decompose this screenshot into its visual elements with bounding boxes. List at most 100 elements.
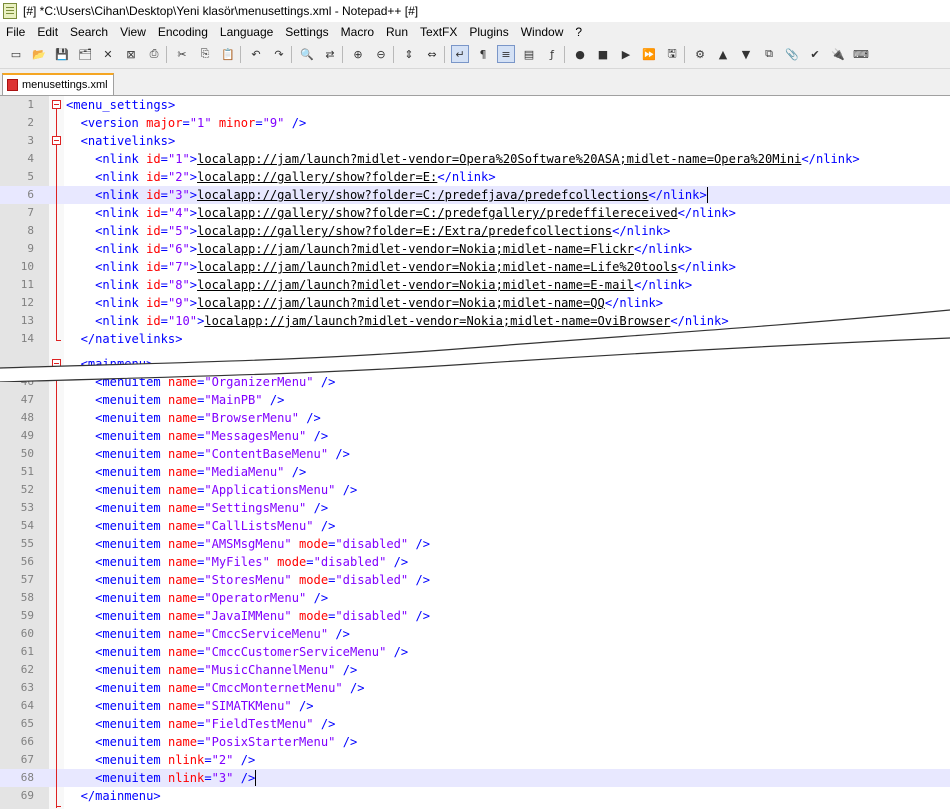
code-line[interactable]: 10 <nlink id="7">localapp://jam/launch?m… — [0, 258, 950, 276]
print-icon[interactable]: ⎙ — [145, 45, 163, 63]
code-line[interactable]: 67 <menuitem nlink="2" /> — [0, 751, 950, 769]
code-line[interactable]: 1 <menu_settings> — [0, 96, 950, 114]
code-line[interactable]: 7 <nlink id="4">localapp://gallery/show?… — [0, 204, 950, 222]
function-list-icon[interactable]: ƒ — [543, 45, 561, 63]
save-macro-icon[interactable]: 🖫 — [663, 45, 681, 63]
menu-window[interactable]: Window — [515, 25, 570, 39]
sync-vertical-icon[interactable]: ⇕ — [400, 45, 418, 63]
menu-search[interactable]: Search — [64, 25, 114, 39]
zoom-in-icon[interactable]: ⊕ — [349, 45, 367, 63]
paste-icon[interactable]: 📋 — [219, 45, 237, 63]
menu-language[interactable]: Language — [214, 25, 279, 39]
code-line[interactable]: 49 <menuitem name="MessagesMenu" /> — [0, 427, 950, 445]
menu-encoding[interactable]: Encoding — [152, 25, 214, 39]
token-br: > — [728, 260, 736, 274]
line-code: <nlink id="7">localapp://jam/launch?midl… — [66, 258, 736, 276]
menu-textfx[interactable]: TextFX — [414, 25, 463, 39]
show-all-chars-icon[interactable]: ¶ — [474, 45, 492, 63]
code-line[interactable]: 66 <menuitem name="PosixStarterMenu" /> — [0, 733, 950, 751]
code-line[interactable]: 63 <menuitem name="CmccMonternetMenu" /> — [0, 679, 950, 697]
code-line[interactable]: 62 <menuitem name="MusicChannelMenu" /> — [0, 661, 950, 679]
code-line[interactable]: 68 <menuitem nlink="3" /> — [0, 769, 950, 787]
token-tag: menuitem — [102, 735, 161, 749]
code-line[interactable]: 47 <menuitem name="MainPB" /> — [0, 391, 950, 409]
code-editor[interactable]: 1 <menu_settings> 2 <version major="1" min… — [0, 96, 950, 809]
code-line[interactable]: 69 </mainmenu> — [0, 787, 950, 805]
line-code: <menuitem name="AMSMsgMenu" mode="disabl… — [66, 535, 430, 553]
code-line[interactable]: 65 <menuitem name="FieldTestMenu" /> — [0, 715, 950, 733]
arrow-up-icon[interactable]: ▲ — [714, 45, 732, 63]
tab-menusettings[interactable]: menusettings.xml — [2, 73, 114, 95]
code-line[interactable]: 57 <menuitem name="StoresMenu" mode="dis… — [0, 571, 950, 589]
code-line[interactable]: 5 <nlink id="2">localapp://gallery/show?… — [0, 168, 950, 186]
code-line[interactable]: 9 <nlink id="6">localapp://jam/launch?mi… — [0, 240, 950, 258]
code-line[interactable]: 3 <nativelinks> — [0, 132, 950, 150]
code-line[interactable]: 8 <nlink id="5">localapp://gallery/show?… — [0, 222, 950, 240]
code-line[interactable]: 60 <menuitem name="CmccServiceMenu" /> — [0, 625, 950, 643]
code-line[interactable]: 54 <menuitem name="CallListsMenu" /> — [0, 517, 950, 535]
code-line[interactable]: 6 <nlink id="3">localapp://gallery/show?… — [0, 186, 950, 204]
record-macro-icon[interactable]: ● — [571, 45, 589, 63]
token-attr: mode — [299, 609, 329, 623]
compare-icon[interactable]: ⧉ — [760, 45, 778, 63]
word-wrap-icon[interactable]: ↵ — [451, 45, 469, 63]
code-line[interactable]: 51 <menuitem name="MediaMenu" /> — [0, 463, 950, 481]
zoom-out-icon[interactable]: ⊖ — [372, 45, 390, 63]
menu-help[interactable]: ? — [569, 25, 588, 39]
line-number: 62 — [20, 663, 34, 676]
close-icon[interactable]: ✕ — [99, 45, 117, 63]
fold-toggle-icon[interactable] — [52, 136, 61, 145]
code-line[interactable]: 53 <menuitem name="SettingsMenu" /> — [0, 499, 950, 517]
code-line[interactable]: 50 <menuitem name="ContentBaseMenu" /> — [0, 445, 950, 463]
plugin-icon[interactable]: 🔌 — [829, 45, 847, 63]
run-macro-multiple-icon[interactable]: ⏩ — [640, 45, 658, 63]
undo-icon[interactable]: ↶ — [247, 45, 265, 63]
code-line[interactable]: 55 <menuitem name="AMSMsgMenu" mode="dis… — [0, 535, 950, 553]
sync-horizontal-icon[interactable]: ⇔ — [423, 45, 441, 63]
play-macro-icon[interactable]: ▶ — [617, 45, 635, 63]
find-icon[interactable]: 🔍 — [298, 45, 316, 63]
line-code: <nlink id="3">localapp://gallery/show?fo… — [66, 186, 707, 204]
stop-macro-icon[interactable]: ■ — [594, 45, 612, 63]
copy-icon[interactable]: ⎘ — [196, 45, 214, 63]
token-val: "9" — [262, 116, 285, 130]
close-all-icon[interactable]: ⊠ — [122, 45, 140, 63]
replace-icon[interactable]: ⇄ — [321, 45, 339, 63]
code-line[interactable]: 64 <menuitem name="SIMATKMenu" /> — [0, 697, 950, 715]
menu-settings[interactable]: Settings — [279, 25, 334, 39]
clipboard-icon[interactable]: 📎 — [783, 45, 801, 63]
notepad-icon[interactable] — [3, 3, 17, 19]
menu-file[interactable]: File — [0, 25, 31, 39]
menu-edit[interactable]: Edit — [31, 25, 64, 39]
code-line[interactable]: 48 <menuitem name="BrowserMenu" /> — [0, 409, 950, 427]
code-line[interactable]: 2 <version major="1" minor="9" /> — [0, 114, 950, 132]
code-line[interactable]: 4 <nlink id="1">localapp://jam/launch?mi… — [0, 150, 950, 168]
code-line[interactable]: 58 <menuitem name="OperatorMenu" /> — [0, 589, 950, 607]
indent-guide-icon[interactable]: ≡ — [497, 45, 515, 63]
redo-icon[interactable]: ↷ — [270, 45, 288, 63]
menu-plugins[interactable]: Plugins — [463, 25, 514, 39]
plugin-icon-2[interactable]: ⌨ — [852, 45, 870, 63]
save-icon[interactable]: 💾 — [53, 45, 71, 63]
code-line[interactable]: 11 <nlink id="8">localapp://jam/launch?m… — [0, 276, 950, 294]
arrow-down-icon[interactable]: ▼ — [737, 45, 755, 63]
document-map-icon[interactable]: ▤ — [520, 45, 538, 63]
menu-view[interactable]: View — [114, 25, 152, 39]
code-line[interactable]: 59 <menuitem name="JavaIMMenu" mode="dis… — [0, 607, 950, 625]
code-line[interactable]: 52 <menuitem name="ApplicationsMenu" /> — [0, 481, 950, 499]
code-line[interactable]: 61 <menuitem name="CmccCustomerServiceMe… — [0, 643, 950, 661]
code-line[interactable]: 56 <menuitem name="MyFiles" mode="disabl… — [0, 553, 950, 571]
menu-macro[interactable]: Macro — [335, 25, 380, 39]
token-val: "4" — [167, 206, 190, 220]
fold-toggle-icon[interactable] — [52, 100, 61, 109]
open-file-icon[interactable]: 📂 — [30, 45, 48, 63]
cut-icon[interactable]: ✂ — [173, 45, 191, 63]
textfx-icon[interactable]: ⚙ — [691, 45, 709, 63]
menu-run[interactable]: Run — [380, 25, 414, 39]
spell-check-icon[interactable]: ✔ — [806, 45, 824, 63]
save-all-icon[interactable]: 🗂 — [76, 45, 94, 63]
new-file-icon[interactable]: ▭ — [7, 45, 25, 63]
